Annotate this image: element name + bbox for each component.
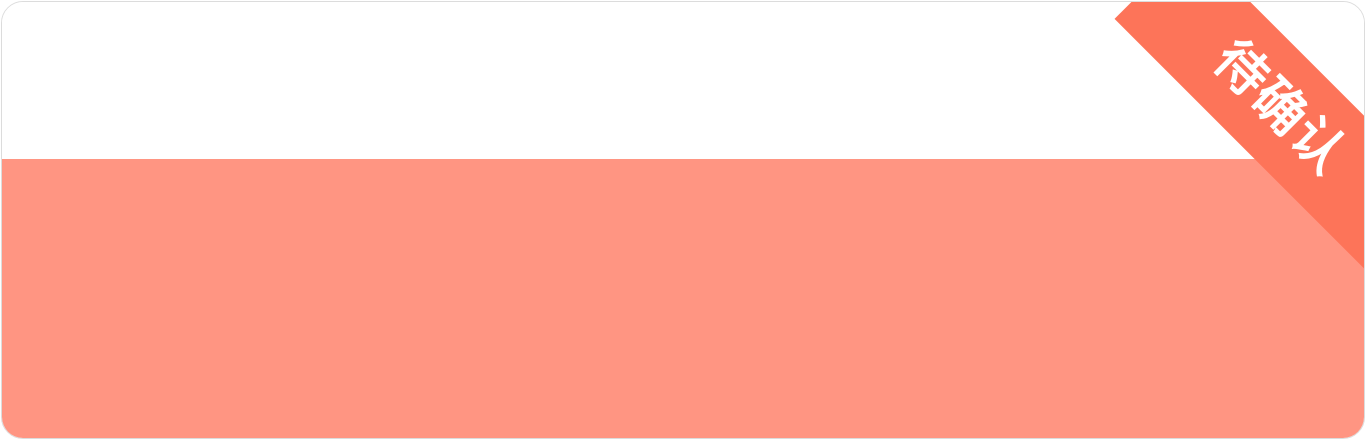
- status-card[interactable]: 待确认: [1, 1, 1365, 439]
- card-highlight-panel: [2, 159, 1364, 438]
